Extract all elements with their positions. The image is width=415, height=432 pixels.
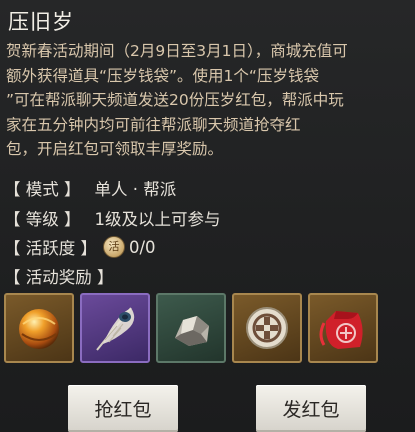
description-line: 包，开启红包可领取丰厚奖励。: [6, 140, 224, 158]
level-label: 【 等级 】: [4, 210, 81, 229]
level-row: 【 等级 】 1级及以上可参与: [4, 206, 221, 230]
grab-red-packet-button[interactable]: 抢红包: [68, 385, 178, 432]
reward-slot-silver-coin[interactable]: [232, 293, 302, 363]
reward-slot-golden-orb[interactable]: [4, 293, 74, 363]
activity-points-label: 【 活跃度 】: [4, 239, 97, 258]
reward-slot-stone-ore[interactable]: [156, 293, 226, 363]
red-pouch-icon: [319, 311, 363, 349]
activity-description: 贺新春活动期间（2月9日至3月1日），商城充值可 额外获得道具“压岁钱袋”。使用…: [6, 39, 415, 162]
silver-coin-icon: [246, 307, 288, 349]
rewards-label: 【 活动奖励 】: [4, 268, 114, 287]
mode-row: 【 模式 】 单人 · 帮派: [4, 176, 176, 200]
peacock-feather-icon: [96, 307, 135, 351]
golden-orb-icon: [19, 309, 59, 349]
mode-value: 单人 · 帮派: [94, 180, 177, 199]
activity-coin-icon: 活: [103, 236, 125, 258]
description-line: 额外获得道具“压岁钱袋”。使用1个“压岁钱袋: [6, 66, 319, 85]
level-value: 1级及以上可参与: [94, 210, 221, 229]
description-line: ”可在帮派聊天频道发送20份压岁红包，帮派中玩: [6, 91, 344, 109]
activity-points-value: 0/0: [129, 237, 156, 257]
mode-label: 【 模式 】: [4, 180, 81, 199]
reward-items: [4, 293, 378, 363]
stone-ore-icon: [175, 316, 209, 346]
activity-title: 压旧岁: [8, 10, 74, 34]
rewards-row: 【 活动奖励 】: [4, 264, 114, 288]
reward-slot-peacock-feather[interactable]: [80, 293, 150, 363]
reward-slot-red-pouch[interactable]: [308, 293, 378, 363]
description-line: 家在五分钟内均可前往帮派聊天频道抢夺红: [6, 115, 301, 134]
description-line: 贺新春活动期间（2月9日至3月1日），商城充值可: [6, 42, 348, 60]
activity-points-row: 【 活跃度 】 活 0/0: [4, 235, 156, 259]
activity-panel: 压旧岁 贺新春活动期间（2月9日至3月1日），商城充值可 额外获得道具“压岁钱袋…: [0, 0, 415, 432]
send-red-packet-button[interactable]: 发红包: [256, 385, 366, 432]
